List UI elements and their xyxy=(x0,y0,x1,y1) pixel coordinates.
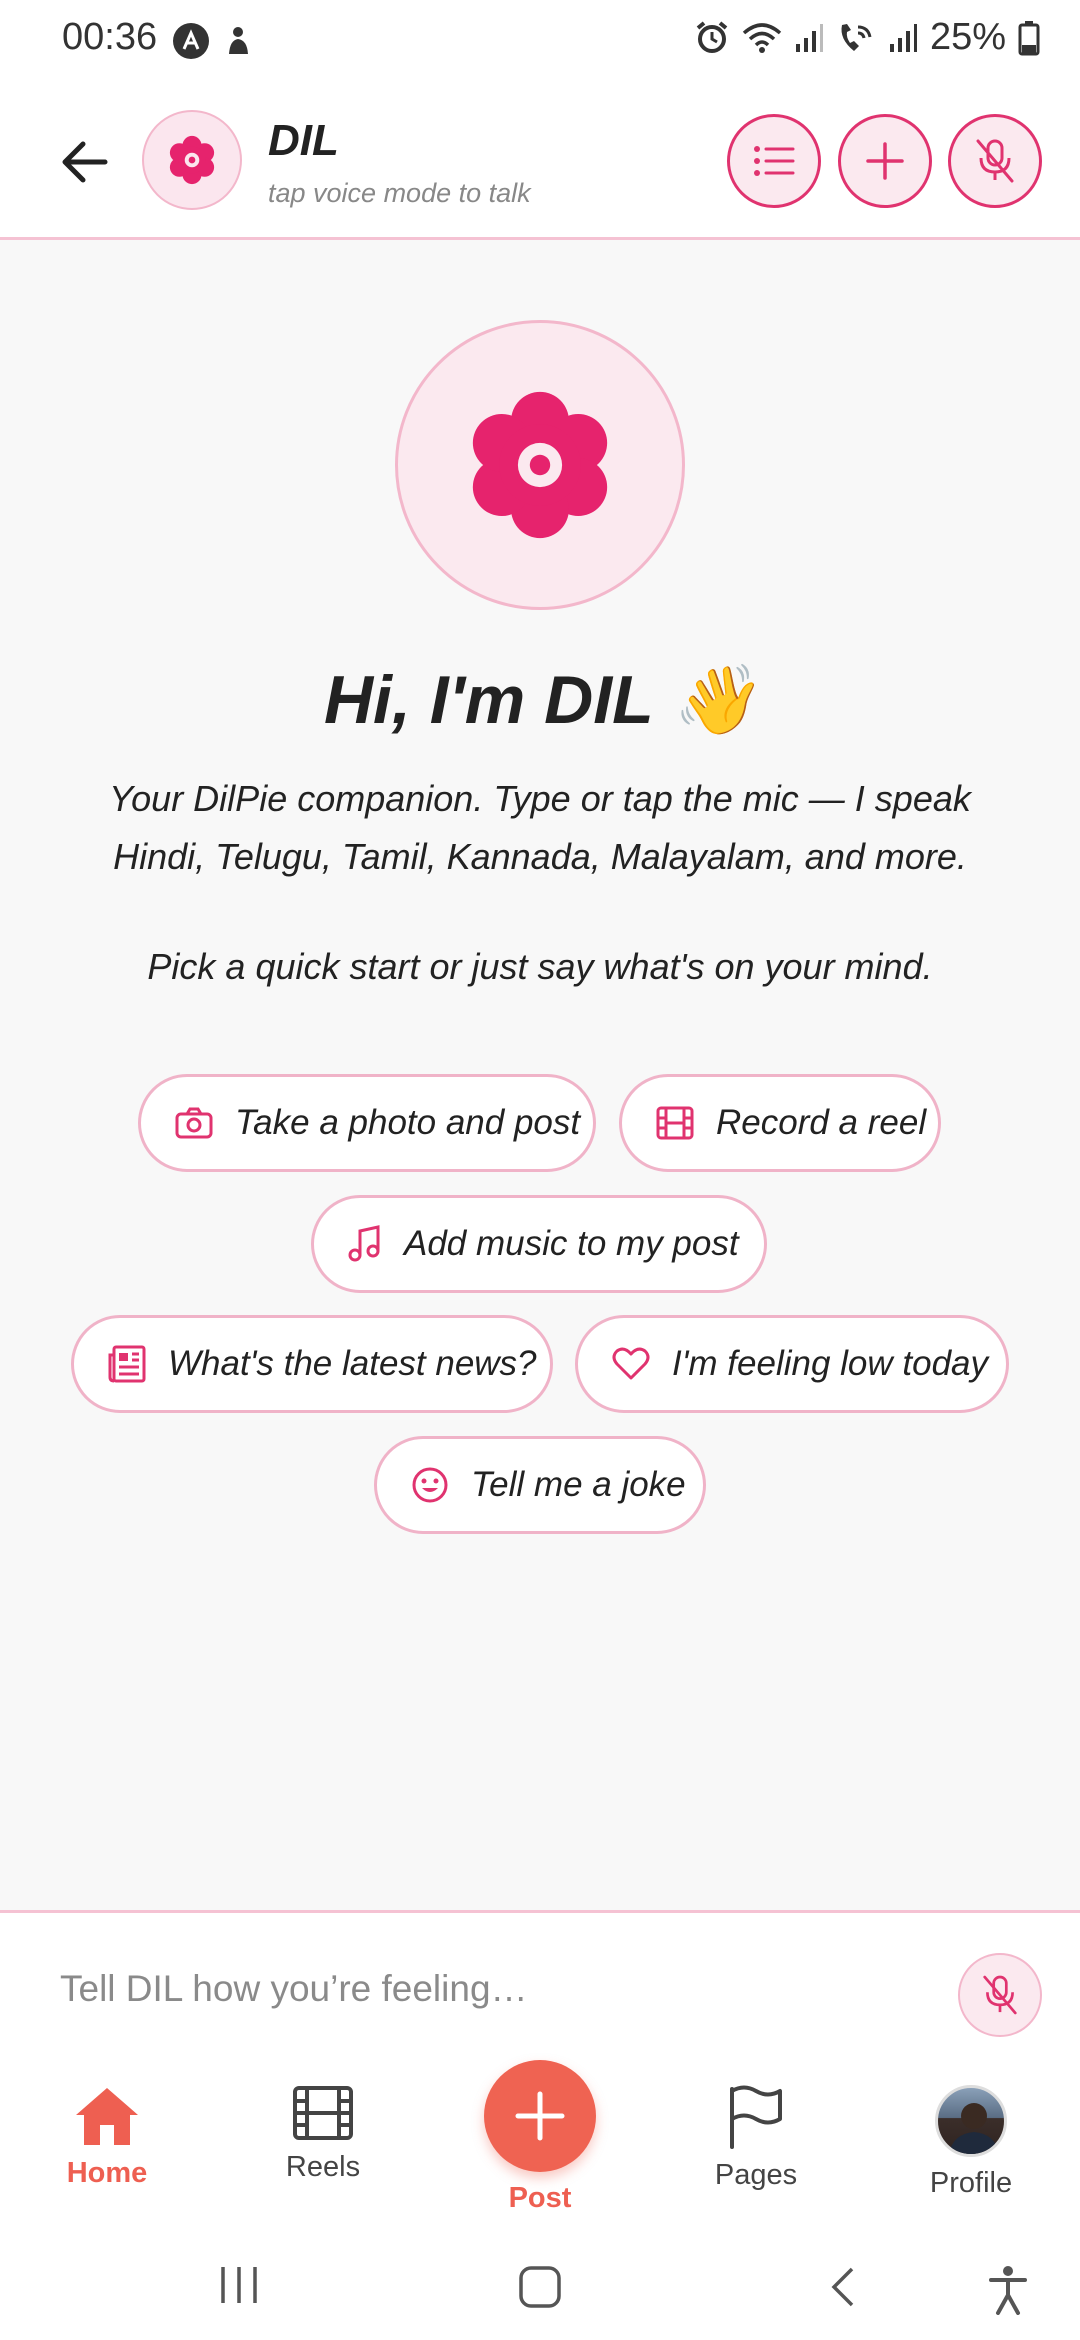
list-icon xyxy=(754,146,795,176)
recents-icon xyxy=(221,2267,257,2303)
greeting-title: Hi, I'm DIL 👋 xyxy=(323,662,757,738)
nav-profile-label: Profile xyxy=(929,2167,1013,2199)
accessibility-icon xyxy=(989,2266,1027,2315)
film-icon xyxy=(656,1106,694,1140)
heart-icon xyxy=(612,1347,650,1380)
home-icon xyxy=(76,2088,138,2145)
signal-icon xyxy=(889,23,917,52)
battery-percent: 25% xyxy=(929,16,1006,58)
plus-icon xyxy=(515,2091,565,2141)
app-header: DIL tap voice mode to talk xyxy=(0,82,1080,240)
system-navigation xyxy=(0,2235,1080,2340)
flag-icon xyxy=(730,2085,782,2149)
history-button[interactable] xyxy=(727,114,821,208)
chip-label: Take a photo and post xyxy=(235,1103,581,1142)
status-right-icons: 25% xyxy=(694,16,1040,59)
chip-label: Tell me a joke xyxy=(471,1465,686,1504)
chat-area: Hi, I'm DIL 👋 Your DilPie companion. Typ… xyxy=(0,240,1080,1910)
wifi-calling-icon xyxy=(841,23,872,51)
recent-apps-button[interactable] xyxy=(218,2265,260,2305)
mic-button[interactable] xyxy=(958,1953,1042,2037)
chip-label: I'm feeling low today xyxy=(672,1344,989,1383)
greeting-hint: Pick a quick start or just say what's on… xyxy=(147,946,933,987)
home-system-button[interactable] xyxy=(518,2265,562,2309)
mic-off-icon xyxy=(983,1975,1017,2015)
nav-reels-label: Reels xyxy=(285,2151,361,2183)
nav-pages[interactable]: Pages xyxy=(676,2085,836,2192)
nav-post-label: Post xyxy=(508,2182,572,2214)
nav-profile[interactable]: Profile xyxy=(891,2085,1051,2200)
smile-icon xyxy=(412,1467,448,1503)
signal-icon xyxy=(795,23,823,52)
film-icon xyxy=(293,2086,353,2140)
accessibility-button[interactable] xyxy=(988,2265,1028,2315)
mic-off-icon xyxy=(976,139,1014,183)
alarm-icon xyxy=(696,20,728,53)
status-left-icons xyxy=(172,22,254,60)
voice-mode-button[interactable] xyxy=(948,114,1042,208)
avatar xyxy=(935,2085,1007,2157)
autopilot-icon xyxy=(173,23,209,59)
nav-home-label: Home xyxy=(66,2157,148,2189)
camera-icon xyxy=(175,1107,213,1139)
post-button[interactable] xyxy=(484,2060,596,2172)
wifi-icon xyxy=(742,22,782,53)
back-system-button[interactable] xyxy=(828,2265,858,2309)
message-composer xyxy=(0,1910,1080,2065)
greeting-description: Your DilPie companion. Type or tap the m… xyxy=(109,778,971,877)
status-bar: 00:36 25% xyxy=(0,0,1080,82)
quick-start-reel[interactable]: Record a reel xyxy=(619,1074,941,1172)
notification-icon xyxy=(229,27,248,54)
quick-start-music[interactable]: Add music to my post xyxy=(311,1195,767,1293)
arrow-left-icon xyxy=(62,141,108,183)
back-button[interactable] xyxy=(50,130,120,194)
new-chat-button[interactable] xyxy=(838,114,932,208)
music-icon xyxy=(348,1225,380,1262)
chip-label: Add music to my post xyxy=(404,1224,739,1263)
quick-start-news[interactable]: What's the latest news? xyxy=(71,1315,553,1413)
header-subtitle: tap voice mode to talk xyxy=(268,178,531,208)
header-title: DIL xyxy=(268,116,339,165)
dil-avatar xyxy=(142,110,242,210)
home-square-icon xyxy=(519,2266,561,2308)
quick-start-photo[interactable]: Take a photo and post xyxy=(138,1074,596,1172)
battery-icon xyxy=(1018,20,1040,55)
quick-start-feeling-low[interactable]: I'm feeling low today xyxy=(575,1315,1009,1413)
quick-start-joke[interactable]: Tell me a joke xyxy=(374,1436,706,1534)
plus-icon xyxy=(866,142,904,180)
chevron-left-icon xyxy=(831,2267,854,2307)
message-input[interactable] xyxy=(60,1959,920,2019)
status-time: 00:36 xyxy=(62,16,158,58)
hero-avatar xyxy=(395,320,685,610)
bottom-navigation: Home Reels Post Pages Profile xyxy=(0,2060,1080,2235)
chip-label: What's the latest news? xyxy=(168,1344,537,1383)
chip-label: Record a reel xyxy=(716,1103,927,1142)
flower-icon xyxy=(472,391,608,539)
nav-reels[interactable]: Reels xyxy=(243,2085,403,2184)
flower-icon xyxy=(169,135,215,185)
nav-pages-label: Pages xyxy=(714,2159,798,2191)
nav-home[interactable]: Home xyxy=(27,2085,187,2190)
newspaper-icon xyxy=(108,1345,146,1383)
